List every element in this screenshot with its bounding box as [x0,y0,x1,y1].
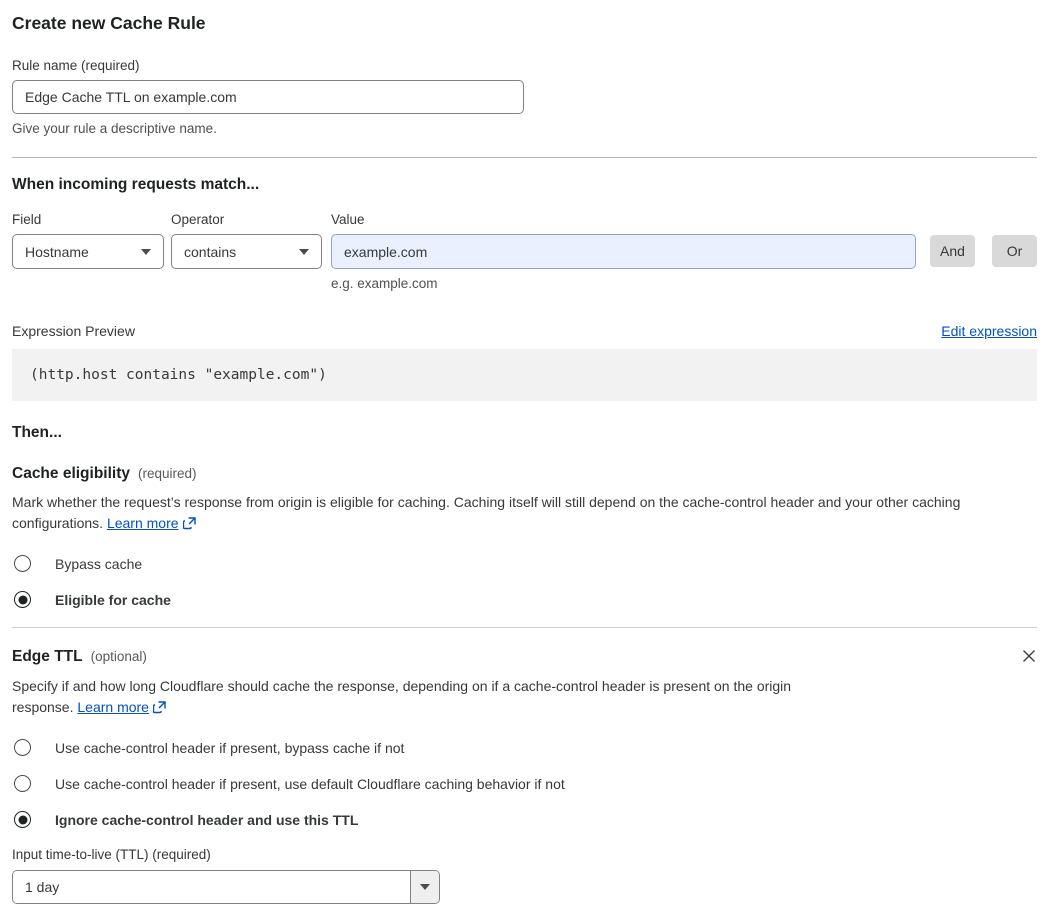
external-link-icon [182,515,196,536]
operator-select-value: contains [184,243,237,260]
radio-label: Use cache-control header if present, byp… [55,739,405,756]
operator-select[interactable]: contains [171,234,322,269]
cache-eligibility-title: Cache eligibility [12,465,131,482]
field-select[interactable]: Hostname [12,234,164,269]
rule-name-label: Rule name (required) [12,58,140,73]
field-label: Field [12,212,42,227]
edge-ttl-learn-more-link[interactable]: Learn more [77,699,149,715]
expression-preview-box: (http.host contains "example.com") [12,349,1037,401]
cache-eligibility-required-badge: (required) [138,466,197,481]
radio-ignore-header-use-ttl[interactable]: Ignore cache-control header and use this… [12,811,1037,828]
radio-eligible-for-cache[interactable]: Eligible for cache [12,591,1037,608]
and-button[interactable]: And [930,235,975,267]
edge-ttl-header: Edge TTL (optional) [12,648,1037,667]
radio-use-header-default[interactable]: Use cache-control header if present, use… [12,775,1037,792]
rule-name-group: Rule name (required) Give your rule a de… [12,58,1037,136]
page-title: Create new Cache Rule [12,13,206,33]
close-edge-ttl-button[interactable] [1021,648,1037,667]
ttl-dropdown-button[interactable] [410,871,439,903]
value-helper: e.g. example.com [331,276,438,291]
cache-eligibility-learn-more-link[interactable]: Learn more [107,515,179,531]
rule-name-input[interactable] [12,80,524,114]
then-heading: Then... [12,424,62,441]
value-label: Value [331,212,365,227]
divider [12,627,1037,628]
rule-name-helper: Give your rule a descriptive name. [12,121,217,136]
chevron-down-icon [420,884,430,890]
radio-label: Ignore cache-control header and use this… [55,811,359,828]
operator-label: Operator [171,212,225,227]
external-link-icon [152,699,166,720]
ttl-input[interactable] [13,871,410,903]
edge-ttl-options: Use cache-control header if present, byp… [12,739,1037,828]
radio-checked-icon[interactable] [14,591,31,608]
match-section-heading: When incoming requests match... [12,176,260,193]
radio-label: Eligible for cache [55,591,171,608]
divider [12,157,1037,158]
radio-label: Use cache-control header if present, use… [55,775,565,792]
chevron-down-icon [299,248,309,255]
close-icon [1023,650,1035,662]
expression-code: (http.host contains "example.com") [30,367,327,383]
cache-eligibility-options: Bypass cache Eligible for cache [12,555,1037,608]
expression-preview-header: Expression Preview Edit expression [12,323,1037,339]
chevron-down-icon [141,248,151,255]
edge-ttl-description: Specify if and how long Cloudflare shoul… [12,676,850,720]
radio-use-header-bypass[interactable]: Use cache-control header if present, byp… [12,739,1037,756]
ttl-combo [12,870,440,904]
field-select-value: Hostname [25,243,89,260]
cache-eligibility-description: Mark whether the request’s response from… [12,492,1037,536]
expression-preview-label: Expression Preview [12,323,135,339]
radio-label: Bypass cache [55,555,143,572]
radio-icon[interactable] [14,555,31,572]
radio-checked-icon[interactable] [14,811,31,828]
radio-bypass-cache[interactable]: Bypass cache [12,555,1037,572]
radio-icon[interactable] [14,775,31,792]
edit-expression-link[interactable]: Edit expression [941,323,1037,339]
edge-ttl-optional-badge: (optional) [90,649,147,664]
edge-ttl-title: Edge TTL [12,648,83,665]
value-input[interactable] [331,234,916,269]
or-button[interactable]: Or [992,235,1037,267]
radio-icon[interactable] [14,739,31,756]
match-row: Field Hostname Operator contains Value A… [12,212,1037,269]
cache-eligibility-header: Cache eligibility (required) [12,465,1037,483]
ttl-label: Input time-to-live (TTL) (required) [12,847,211,862]
